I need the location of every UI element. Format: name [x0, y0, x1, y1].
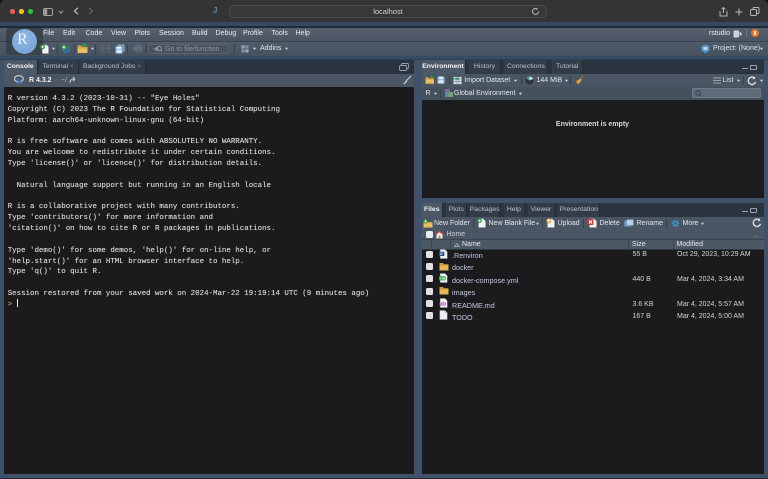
svg-text:YML: YML: [440, 277, 447, 281]
svg-text:MD: MD: [439, 301, 447, 306]
svg-text:R: R: [16, 77, 22, 84]
